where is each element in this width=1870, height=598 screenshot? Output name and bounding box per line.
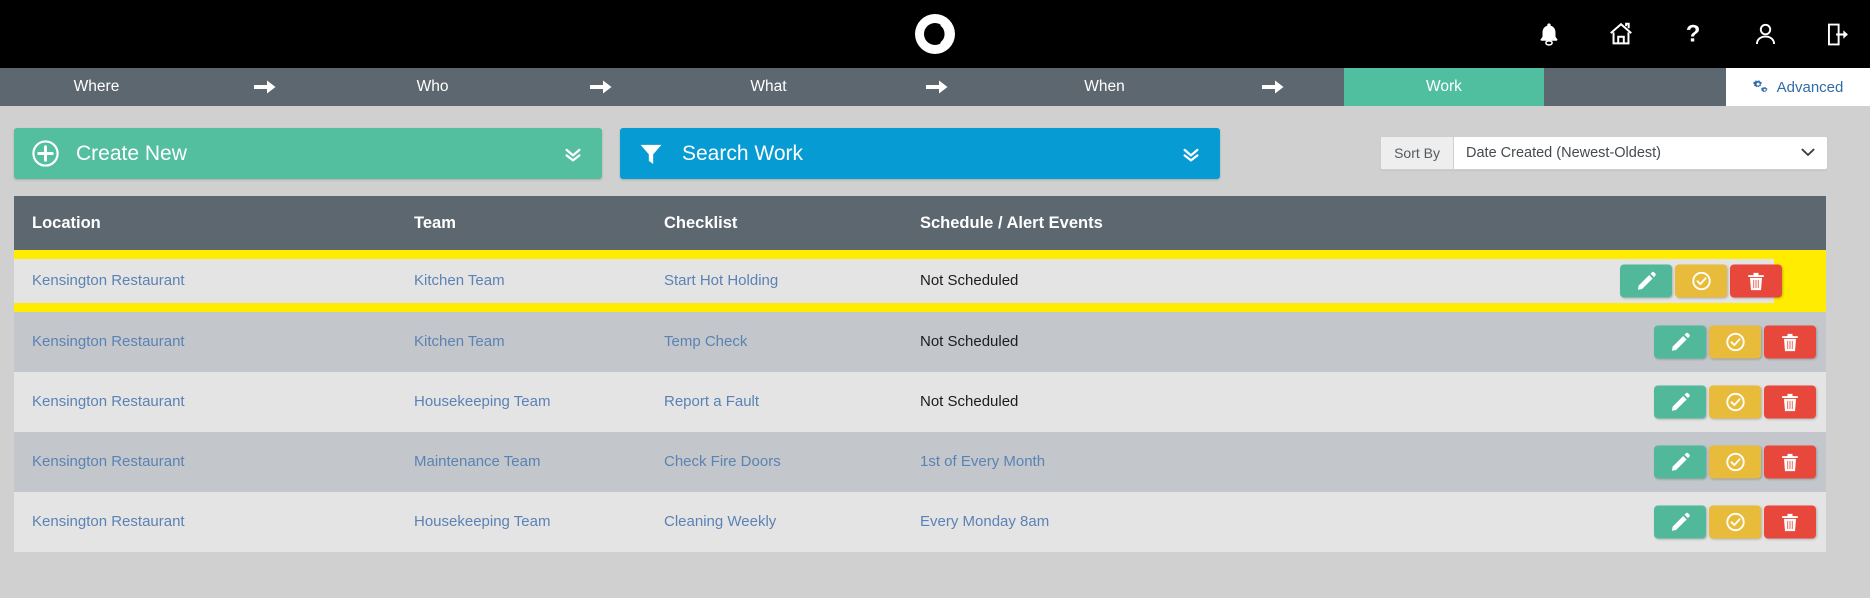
cell-location[interactable]: Kensington Restaurant bbox=[32, 272, 185, 289]
table-row[interactable]: Kensington Restaurant Kitchen Team Temp … bbox=[14, 312, 1826, 372]
cell-team[interactable]: Kitchen Team bbox=[414, 333, 505, 350]
complete-button[interactable] bbox=[1709, 506, 1761, 539]
nav-step-who[interactable]: Who bbox=[336, 68, 529, 106]
help-icon[interactable]: ? bbox=[1678, 19, 1708, 49]
cell-schedule[interactable]: 1st of Every Month bbox=[920, 453, 1045, 470]
arrow-right-icon bbox=[1201, 68, 1344, 106]
sort-by-control: Sort By Date Created (Newest-Oldest) bbox=[1380, 136, 1828, 170]
row-action-group bbox=[1654, 446, 1816, 479]
cell-schedule: Not Scheduled bbox=[920, 272, 1018, 289]
arrow-right-icon bbox=[193, 68, 336, 106]
logout-icon[interactable] bbox=[1822, 19, 1852, 49]
delete-button[interactable] bbox=[1764, 506, 1816, 539]
cell-team[interactable]: Housekeeping Team bbox=[414, 513, 550, 530]
table-header-row: Location Team Checklist Schedule / Alert… bbox=[14, 196, 1826, 250]
plus-circle-icon bbox=[14, 139, 76, 168]
cell-checklist[interactable]: Start Hot Holding bbox=[664, 272, 778, 289]
chevron-double-down-icon[interactable] bbox=[1162, 143, 1220, 165]
edit-button[interactable] bbox=[1654, 446, 1706, 479]
sort-by-label: Sort By bbox=[1381, 137, 1454, 169]
arrow-right-icon bbox=[529, 68, 672, 106]
filter-icon bbox=[620, 141, 682, 167]
column-header-team: Team bbox=[414, 214, 664, 233]
table-row[interactable]: Kensington Restaurant Maintenance Team C… bbox=[14, 432, 1826, 492]
delete-button[interactable] bbox=[1764, 386, 1816, 419]
cell-location[interactable]: Kensington Restaurant bbox=[32, 333, 185, 350]
nav-step-who-label: Who bbox=[417, 78, 449, 96]
edit-button[interactable] bbox=[1620, 265, 1672, 298]
complete-button[interactable] bbox=[1709, 446, 1761, 479]
row-action-group bbox=[1654, 386, 1816, 419]
bell-icon[interactable] bbox=[1534, 19, 1564, 49]
user-icon[interactable] bbox=[1750, 19, 1780, 49]
home-icon[interactable] bbox=[1606, 19, 1636, 49]
table-row-inner: Kensington Restaurant Kitchen Team Start… bbox=[14, 259, 1774, 303]
table-row[interactable]: Kensington Restaurant Housekeeping Team … bbox=[14, 372, 1826, 432]
svg-text:?: ? bbox=[1686, 21, 1701, 47]
table-row[interactable]: Kensington Restaurant Kitchen Team Start… bbox=[14, 250, 1826, 312]
cell-checklist[interactable]: Check Fire Doors bbox=[664, 453, 781, 470]
action-toolbar: Create New Search Work Sort By Date Crea… bbox=[0, 106, 1870, 196]
nav-step-work-label: Work bbox=[1426, 78, 1462, 96]
nav-step-work-active[interactable]: Work bbox=[1344, 68, 1544, 106]
nav-step-when-label: When bbox=[1084, 78, 1125, 96]
edit-button[interactable] bbox=[1654, 506, 1706, 539]
search-work-label: Search Work bbox=[682, 142, 1162, 166]
cell-team[interactable]: Housekeeping Team bbox=[414, 393, 550, 410]
delete-button[interactable] bbox=[1764, 326, 1816, 359]
create-new-label: Create New bbox=[76, 142, 544, 166]
arrow-right-icon bbox=[865, 68, 1008, 106]
cell-schedule: Not Scheduled bbox=[920, 393, 1018, 410]
circle-logo[interactable] bbox=[912, 11, 958, 57]
advanced-label: Advanced bbox=[1777, 79, 1844, 96]
nav-step-where[interactable]: Where bbox=[0, 68, 193, 106]
work-table: Location Team Checklist Schedule / Alert… bbox=[14, 196, 1826, 552]
delete-button[interactable] bbox=[1730, 265, 1782, 298]
cell-checklist[interactable]: Report a Fault bbox=[664, 393, 759, 410]
complete-button[interactable] bbox=[1675, 265, 1727, 298]
cell-schedule[interactable]: Every Monday 8am bbox=[920, 513, 1049, 530]
cell-team[interactable]: Maintenance Team bbox=[414, 453, 540, 470]
complete-button[interactable] bbox=[1709, 386, 1761, 419]
cell-location[interactable]: Kensington Restaurant bbox=[32, 393, 185, 410]
edit-button[interactable] bbox=[1654, 326, 1706, 359]
row-action-group bbox=[1654, 506, 1816, 539]
cell-location[interactable]: Kensington Restaurant bbox=[32, 453, 185, 470]
chevron-double-down-icon[interactable] bbox=[544, 143, 602, 165]
table-row[interactable]: Kensington Restaurant Housekeeping Team … bbox=[14, 492, 1826, 552]
nav-filler bbox=[1544, 68, 1726, 106]
step-navigation-bar: Where Who What When Work Advanced bbox=[0, 68, 1870, 106]
nav-step-where-label: Where bbox=[74, 78, 120, 96]
nav-step-when[interactable]: When bbox=[1008, 68, 1201, 106]
complete-button[interactable] bbox=[1709, 326, 1761, 359]
create-new-button[interactable]: Create New bbox=[14, 128, 602, 179]
column-header-schedule: Schedule / Alert Events bbox=[920, 214, 1320, 233]
column-header-checklist: Checklist bbox=[664, 214, 920, 233]
chevron-down-icon bbox=[1801, 145, 1815, 161]
top-header-icon-group: ? bbox=[1534, 19, 1852, 49]
search-work-button[interactable]: Search Work bbox=[620, 128, 1220, 179]
nav-step-what[interactable]: What bbox=[672, 68, 865, 106]
sort-by-value: Date Created (Newest-Oldest) bbox=[1466, 145, 1661, 161]
row-action-group bbox=[1654, 326, 1816, 359]
gears-icon bbox=[1753, 80, 1770, 95]
delete-button[interactable] bbox=[1764, 446, 1816, 479]
cell-team[interactable]: Kitchen Team bbox=[414, 272, 505, 289]
row-action-group bbox=[1620, 265, 1782, 298]
cell-schedule: Not Scheduled bbox=[920, 333, 1018, 350]
cell-checklist[interactable]: Temp Check bbox=[664, 333, 747, 350]
sort-by-select[interactable]: Date Created (Newest-Oldest) bbox=[1454, 137, 1827, 169]
column-header-location: Location bbox=[14, 214, 414, 233]
nav-step-what-label: What bbox=[750, 78, 786, 96]
advanced-button[interactable]: Advanced bbox=[1726, 68, 1870, 106]
cell-location[interactable]: Kensington Restaurant bbox=[32, 513, 185, 530]
cell-checklist[interactable]: Cleaning Weekly bbox=[664, 513, 776, 530]
top-header-bar: ? bbox=[0, 0, 1870, 68]
edit-button[interactable] bbox=[1654, 386, 1706, 419]
